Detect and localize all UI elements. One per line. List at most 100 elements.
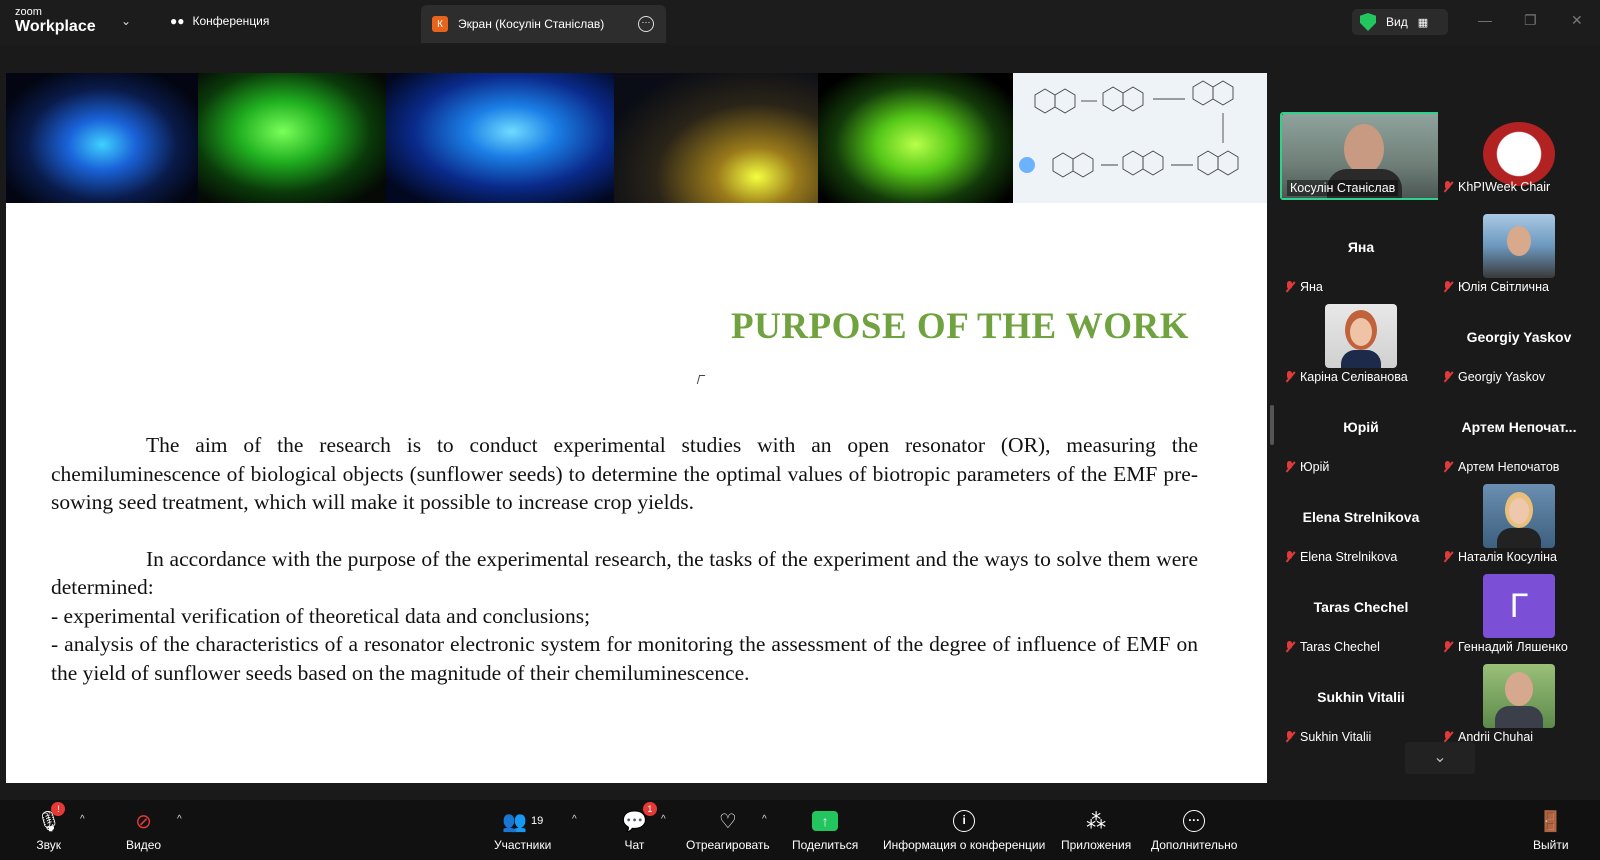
tab-screen-share[interactable]: К Экран (Косулін Станіслав) ··· bbox=[421, 5, 666, 43]
participant-tile-nataliia[interactable]: Наталія Косуліна bbox=[1438, 482, 1600, 570]
more-button[interactable]: ··· Дополнительно bbox=[1151, 808, 1237, 856]
avatar-karina bbox=[1325, 304, 1397, 368]
react-label: Отреагировать bbox=[686, 838, 770, 852]
muted-mic-icon bbox=[1285, 461, 1295, 473]
share-screen-icon: ↑ bbox=[812, 808, 839, 834]
participant-label: Sukhin Vitalii bbox=[1285, 727, 1371, 747]
leave-label: Выйти bbox=[1533, 838, 1569, 852]
panel-scrollbar[interactable] bbox=[1270, 405, 1274, 445]
muted-mic-icon bbox=[1443, 641, 1453, 653]
share-label: Поделиться bbox=[792, 838, 859, 852]
muted-mic-icon bbox=[1285, 731, 1295, 743]
participant-tile-gennadiy[interactable]: Г Геннадий Ляшенко bbox=[1438, 572, 1600, 660]
minimize-icon[interactable]: — bbox=[1478, 12, 1492, 28]
presenter-initial-icon: К bbox=[432, 16, 448, 32]
slide-title: PURPOSE OF THE WORK bbox=[731, 306, 1190, 347]
participant-big-name: Артем Непочат... bbox=[1461, 419, 1577, 435]
zoom-logo[interactable]: zoom Workplace bbox=[15, 7, 96, 35]
leave-button[interactable]: 🚪 Выйти bbox=[1533, 808, 1569, 856]
audio-label: Звук bbox=[36, 838, 61, 852]
participant-tile-elena[interactable]: Elena Strelnikova Elena Strelnikova bbox=[1280, 482, 1442, 570]
participant-label: Наталія Косуліна bbox=[1443, 547, 1557, 567]
participant-big-name: Georgiy Yaskov bbox=[1466, 329, 1572, 345]
avatar-yuliia bbox=[1483, 214, 1555, 278]
apps-button[interactable]: ⁂ Приложения bbox=[1061, 808, 1131, 856]
participant-big-name: Elena Strelnikova bbox=[1302, 509, 1420, 525]
participant-tile-yuliia[interactable]: Юлія Світлична bbox=[1438, 212, 1600, 300]
info-icon: i bbox=[953, 808, 976, 834]
close-icon[interactable]: ✕ bbox=[1571, 12, 1583, 29]
participant-label: Геннадий Ляшенко bbox=[1443, 637, 1568, 657]
participant-label: Артем Непочатов bbox=[1443, 457, 1559, 477]
participant-tile-artem[interactable]: Артем Непочат... Артем Непочатов bbox=[1438, 392, 1600, 480]
avatar-andrii bbox=[1483, 664, 1555, 728]
participants-caret-icon[interactable]: ^ bbox=[572, 814, 577, 825]
participant-label: KhPIWeek Chair bbox=[1443, 177, 1550, 197]
chat-caret-icon[interactable]: ^ bbox=[661, 814, 666, 825]
firefly-image bbox=[614, 73, 818, 203]
microphone-icon: 🎙! bbox=[36, 802, 66, 834]
muted-mic-icon bbox=[1285, 641, 1295, 653]
participant-big-name: Sukhin Vitalii bbox=[1317, 689, 1405, 705]
participants-button[interactable]: 👥 19 Участники bbox=[494, 808, 551, 856]
security-shield-icon bbox=[1360, 13, 1376, 31]
muted-mic-icon bbox=[1285, 371, 1295, 383]
participant-tile-kosulin[interactable]: Косулін Станіслав bbox=[1280, 112, 1442, 200]
meeting-info-button[interactable]: i Информация о конференции bbox=[883, 808, 1045, 856]
chat-button[interactable]: 💬 1 Чат bbox=[622, 802, 657, 856]
participant-tile-andrii[interactable]: Andrii Chuhai bbox=[1438, 662, 1600, 750]
apps-icon: ⁂ bbox=[1086, 810, 1107, 833]
participant-tile-yurii[interactable]: Юрій Юрій bbox=[1280, 392, 1442, 480]
participant-tile-taras[interactable]: Taras Chechel Taras Chechel bbox=[1280, 572, 1442, 660]
restore-icon[interactable]: ❐ bbox=[1524, 12, 1537, 29]
people-icon: ●● bbox=[170, 14, 185, 28]
react-caret-icon[interactable]: ^ bbox=[762, 814, 767, 825]
participant-tile-sukhin[interactable]: Sukhin Vitalii Sukhin Vitalii bbox=[1280, 662, 1442, 750]
chemical-reaction-diagram bbox=[1013, 73, 1267, 203]
video-off-icon: ⊘ bbox=[135, 810, 152, 833]
more-options-icon[interactable]: ··· bbox=[638, 16, 654, 32]
meeting-toolbar: 🎙! Звук ^ ⊘ Видео ^ 👥 19 Участники ^ 💬 1 … bbox=[0, 800, 1600, 860]
audio-caret-icon[interactable]: ^ bbox=[80, 814, 85, 825]
glowing-fungus-image bbox=[198, 73, 386, 203]
participant-big-name: Taras Chechel bbox=[1313, 599, 1409, 615]
video-caret-icon[interactable]: ^ bbox=[177, 814, 182, 825]
participant-tile-georgiy[interactable]: Georgiy Yaskov Georgiy Yaskov bbox=[1438, 302, 1600, 390]
slide-bullet-1: - experimental verification of theoretic… bbox=[51, 603, 591, 628]
audio-button[interactable]: 🎙! Звук bbox=[36, 802, 66, 856]
mouse-cursor-icon bbox=[696, 375, 706, 384]
video-button[interactable]: ⊘ Видео bbox=[126, 808, 161, 856]
heart-icon: ♡ bbox=[718, 810, 737, 833]
participant-tile-karina[interactable]: Каріна Селіванова bbox=[1280, 302, 1442, 390]
participant-label: Яна bbox=[1285, 277, 1323, 297]
image-strip bbox=[6, 73, 1267, 203]
apps-label: Приложения bbox=[1061, 838, 1132, 852]
tab-screen-label: Экран (Косулін Станіслав) bbox=[458, 17, 605, 31]
view-button[interactable]: Вид ▦ bbox=[1352, 9, 1448, 35]
react-button[interactable]: ♡ Отреагировать bbox=[686, 808, 770, 856]
participant-label: Каріна Селіванова bbox=[1285, 367, 1408, 387]
participant-label: Georgiy Yaskov bbox=[1443, 367, 1545, 387]
participant-tile-yana[interactable]: Яна Яна bbox=[1280, 212, 1442, 300]
logo-top-text: zoom bbox=[15, 6, 42, 18]
participant-tile-khpiweek[interactable]: KhPIWeek Chair bbox=[1438, 112, 1600, 200]
grid-view-icon: ▦ bbox=[1417, 16, 1429, 29]
scroll-down-chevron-icon[interactable]: ⌄ bbox=[1405, 742, 1475, 774]
glowing-mushrooms-image bbox=[818, 73, 1013, 203]
tab-conference[interactable]: ●● Конференция bbox=[170, 14, 269, 28]
more-label: Дополнительно bbox=[1151, 838, 1238, 852]
meeting-info-label: Информация о конференции bbox=[883, 838, 1046, 852]
participants-label: Участники bbox=[494, 838, 552, 852]
video-label: Видео bbox=[126, 838, 162, 852]
more-icon: ··· bbox=[1183, 808, 1206, 834]
muted-mic-icon bbox=[1443, 281, 1453, 293]
logo-bottom-text: Workplace bbox=[15, 18, 96, 35]
shared-screen-slide: PURPOSE OF THE WORK The aim of the resea… bbox=[6, 73, 1267, 783]
share-button[interactable]: ↑ Поделиться bbox=[792, 808, 858, 856]
participant-label: Юрій bbox=[1285, 457, 1329, 477]
tab-conference-label: Конференция bbox=[192, 14, 270, 28]
view-label: Вид bbox=[1386, 15, 1408, 29]
chevron-down-icon[interactable]: ⌄ bbox=[121, 14, 131, 28]
avatar-initial: Г bbox=[1483, 574, 1555, 638]
chat-label: Чат bbox=[624, 838, 645, 852]
